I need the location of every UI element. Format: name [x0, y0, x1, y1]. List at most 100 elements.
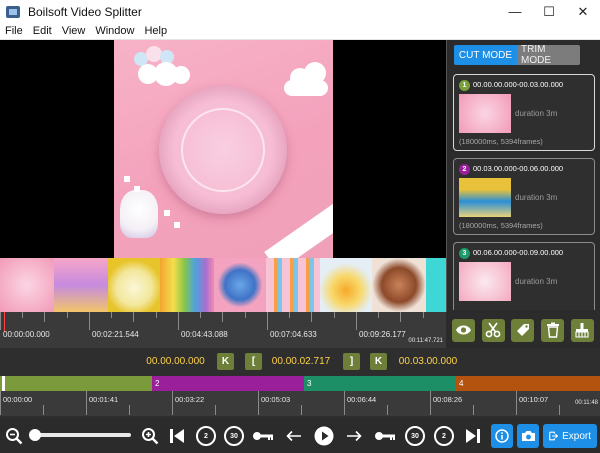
eye-icon: [456, 325, 472, 335]
segment-bar[interactable]: 2 3 4: [0, 376, 600, 391]
start-time-field[interactable]: 00.00.00.000: [141, 352, 210, 371]
segment-duration: duration 3m: [515, 277, 558, 286]
next-keyframe-button[interactable]: K: [370, 353, 387, 370]
video-preview[interactable]: [0, 40, 446, 258]
segment-number: 2: [459, 164, 470, 175]
menu-edit[interactable]: Edit: [28, 25, 57, 37]
zoom-in-button[interactable]: [140, 424, 160, 448]
segment-list[interactable]: 1 00.00.00.000-00.03.00.000 duration 3m …: [451, 74, 597, 310]
thumbnail: [320, 258, 372, 312]
segment-card-3[interactable]: 3 00.06.00.000-00.09.00.000 duration 3m: [453, 242, 595, 310]
key-icon: [375, 432, 395, 440]
step-back-button[interactable]: [284, 424, 304, 448]
skip-to-start-icon: [170, 429, 184, 443]
cut-segment-button[interactable]: [481, 318, 505, 342]
current-time-field[interactable]: 00.00.02.717: [266, 352, 336, 371]
cut-mode-button[interactable]: CUT MODE: [454, 45, 517, 65]
export-label: Export: [562, 430, 591, 442]
clear-segments-button[interactable]: [570, 318, 594, 342]
bowl: [159, 86, 287, 214]
timeline-ruler-top[interactable]: 00:00:00.000 00:02:21.544 00:04:43.088 0…: [0, 312, 446, 348]
segment-block-3[interactable]: 3: [304, 376, 456, 391]
segment-actions: [446, 312, 600, 348]
play-icon: [314, 426, 334, 446]
segment-thumbnail: [459, 94, 511, 133]
thumbnail-strip[interactable]: [0, 258, 446, 312]
arrow-left-icon: [286, 430, 301, 442]
thumbnail: [372, 258, 426, 312]
menu-file[interactable]: File: [0, 25, 28, 37]
menu-help[interactable]: Help: [139, 25, 172, 37]
position-controls: 00.00.00.000 K [ 00.00.02.717 ] K 00.03.…: [0, 348, 600, 375]
delete-segment-button[interactable]: [541, 318, 565, 342]
end-time-field[interactable]: 00.03.00.000: [394, 352, 462, 371]
segment-duration: duration 3m: [515, 193, 558, 202]
ruler-label: 00:00:00.000: [3, 330, 50, 339]
segment-card-2[interactable]: 2 00.03.00.000-00.06.00.000 duration 3m …: [453, 158, 595, 235]
segment-range: 00.06.00.000-00.09.00.000: [473, 248, 564, 257]
skip-to-end-icon: [466, 429, 480, 443]
info-button[interactable]: [491, 424, 513, 448]
ruler-label: 00:07:04.633: [270, 330, 317, 339]
zoom-out-icon: [6, 428, 23, 445]
segment-number: 1: [459, 80, 470, 91]
set-start-button[interactable]: [: [245, 353, 262, 370]
minimize-button[interactable]: —: [498, 0, 532, 23]
forward-30-seconds-button[interactable]: 30: [404, 424, 426, 448]
tag-segment-button[interactable]: [511, 318, 535, 342]
title-bar: Boilsoft Video Splitter — ☐ ✕: [0, 0, 600, 23]
ruler-label: 00:09:26.177: [359, 330, 406, 339]
video-frame: [114, 40, 333, 258]
next-key-button[interactable]: [373, 424, 397, 448]
segments-panel: CUT MODE TRIM MODE 1 00.00.00.000-00.03.…: [446, 40, 600, 312]
segment-block-1[interactable]: [0, 376, 152, 391]
thumbnail: [160, 258, 214, 312]
zoom-out-button[interactable]: [4, 424, 24, 448]
bottom-toolbar: 2 30 30 2 Export: [0, 418, 600, 453]
trim-mode-button[interactable]: TRIM MODE: [517, 44, 580, 66]
ruler-label: 00:02:21.544: [92, 330, 139, 339]
export-button[interactable]: Export: [543, 424, 597, 448]
menu-view[interactable]: View: [57, 25, 91, 37]
export-icon: [549, 431, 559, 441]
unicorn-figure: [120, 190, 158, 238]
app-window: Boilsoft Video Splitter — ☐ ✕ File Edit …: [0, 0, 600, 453]
playhead-marker[interactable]: [4, 312, 5, 332]
previous-key-button[interactable]: [251, 424, 275, 448]
timeline-ruler-bottom[interactable]: 00:00:00 00:01:41 00:03:22 00:05:03 00:0…: [0, 391, 600, 416]
ruler-label: 00:10:07: [519, 395, 549, 404]
maximize-button[interactable]: ☐: [532, 0, 566, 23]
ruler-label: 00:05:03: [261, 395, 291, 404]
ruler-label: 00:06:44: [347, 395, 377, 404]
camera-icon: [521, 431, 535, 441]
ruler-label: 00:04:43.088: [181, 330, 228, 339]
play-button[interactable]: [313, 424, 335, 448]
close-button[interactable]: ✕: [566, 0, 600, 23]
thumbnail: [108, 258, 160, 312]
playhead-marker[interactable]: [2, 376, 5, 391]
back-30-seconds-button[interactable]: 30: [223, 424, 245, 448]
snapshot-button[interactable]: [517, 424, 539, 448]
segment-card-1[interactable]: 1 00.00.00.000-00.03.00.000 duration 3m …: [453, 74, 595, 151]
segment-block-2[interactable]: 2: [152, 376, 304, 391]
ruler-end-label: 00:11:47.721: [408, 338, 443, 344]
preview-segment-button[interactable]: [452, 318, 476, 342]
zoom-slider-thumb[interactable]: [29, 429, 41, 441]
segment-number: 3: [459, 248, 470, 259]
set-end-button[interactable]: ]: [343, 353, 360, 370]
go-to-start-button[interactable]: [167, 424, 187, 448]
segment-range: 00.03.00.000-00.06.00.000: [473, 164, 564, 173]
go-to-end-button[interactable]: [463, 424, 483, 448]
mode-switch: CUT MODE TRIM MODE: [454, 44, 580, 66]
app-icon: [6, 5, 20, 18]
ruler-label: 00:08:26: [433, 395, 463, 404]
previous-keyframe-button[interactable]: K: [217, 353, 234, 370]
zoom-slider[interactable]: [31, 433, 131, 437]
segment-block-4[interactable]: 4: [456, 376, 600, 391]
back-2-seconds-button[interactable]: 2: [195, 424, 217, 448]
menu-window[interactable]: Window: [90, 25, 139, 37]
step-forward-button[interactable]: [344, 424, 364, 448]
zoom-in-icon: [142, 428, 159, 445]
forward-2-seconds-button[interactable]: 2: [433, 424, 455, 448]
thumbnail: [0, 258, 54, 312]
